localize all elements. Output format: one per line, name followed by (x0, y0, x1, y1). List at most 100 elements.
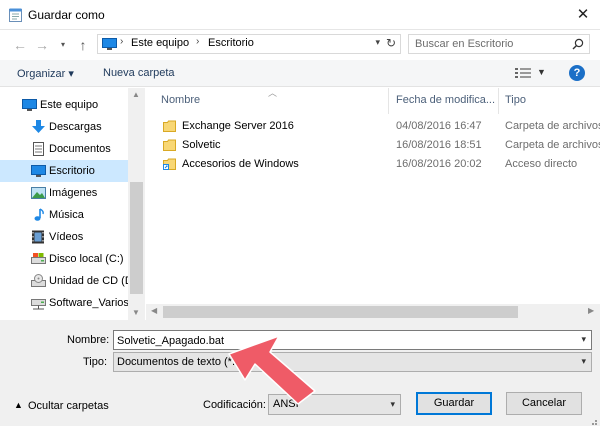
column-header-fecha[interactable]: Fecha de modifica... (396, 94, 495, 106)
document-icon (33, 142, 44, 156)
address-bar[interactable]: › Este equipo › Escritorio ▾ ↻ (97, 34, 401, 54)
sidebar-item-label: Unidad de CD (D (49, 275, 128, 287)
notepad-icon (9, 8, 22, 22)
file-name: Accesorios de Windows (182, 158, 299, 170)
folder-icon (163, 120, 176, 132)
back-arrow-icon[interactable]: ← (11, 36, 29, 54)
column-header-nombre[interactable]: Nombre (161, 94, 200, 106)
sidebar-scrollbar[interactable]: ▲ ▼ (128, 88, 145, 320)
cancel-button[interactable]: Cancelar (506, 392, 582, 415)
network-drive-icon (31, 299, 46, 310)
computer-icon (22, 99, 37, 111)
sidebar-item-musica[interactable]: Música (0, 204, 128, 226)
chevron-up-icon[interactable]: ▲ (14, 400, 23, 410)
chevron-down-icon[interactable]: ▾ (581, 334, 586, 345)
pictures-icon (31, 187, 46, 199)
refresh-icon[interactable]: ↻ (386, 36, 396, 50)
sidebar-item-escritorio[interactable]: Escritorio (0, 160, 128, 182)
chevron-down-icon[interactable]: ▼ (537, 67, 546, 77)
title-bar: Guardar como ✕ (0, 0, 600, 30)
sort-ascending-icon: ︿ (268, 88, 278, 98)
sidebar-item-label: Software_Varios (49, 297, 129, 309)
scrollbar-thumb[interactable] (163, 306, 518, 318)
new-folder-button[interactable]: Nueva carpeta (103, 67, 175, 79)
sidebar-item-label: Imágenes (49, 187, 98, 199)
file-name-combobox[interactable]: ▾ (113, 330, 592, 350)
name-label: Nombre: (67, 334, 110, 346)
scroll-right-icon[interactable]: ▶ (588, 306, 594, 315)
file-name: Exchange Server 2016 (182, 120, 294, 132)
column-header-tipo[interactable]: Tipo (505, 94, 526, 106)
up-arrow-icon[interactable]: ↑ (74, 36, 92, 54)
sidebar-item-imagenes[interactable]: Imágenes (0, 182, 128, 204)
file-type-value: Documentos de texto (*.txt) (117, 356, 251, 368)
sidebar-item-software-varios[interactable]: Software_Varios (0, 292, 129, 314)
file-type: Carpeta de archivos (505, 120, 600, 132)
sidebar-item-descargas[interactable]: Descargas (0, 116, 128, 138)
view-options-icon[interactable] (515, 67, 531, 79)
breadcrumb-separator: › (196, 36, 200, 47)
scroll-up-icon[interactable]: ▲ (132, 90, 140, 99)
help-icon[interactable]: ? (569, 65, 585, 81)
file-name: Solvetic (182, 139, 221, 151)
hide-folders-button[interactable]: Ocultar carpetas (28, 400, 109, 412)
file-type: Acceso directo (505, 158, 578, 170)
search-box[interactable]: Buscar en Escritorio (408, 34, 590, 54)
search-icon (572, 38, 584, 50)
sidebar-item-videos[interactable]: Vídeos (0, 226, 128, 248)
close-button[interactable]: ✕ (570, 4, 596, 26)
file-date: 16/08/2016 20:02 (396, 158, 482, 170)
download-icon (32, 120, 45, 133)
file-list: ︿ Nombre Fecha de modifica... Tipo Excha… (146, 88, 600, 320)
chevron-down-icon[interactable]: ▾ (390, 399, 395, 410)
column-divider[interactable] (388, 88, 389, 114)
scrollbar-thumb[interactable] (130, 182, 143, 294)
cd-icon (31, 274, 46, 287)
resize-grip-icon[interactable] (588, 416, 598, 426)
file-row[interactable]: Exchange Server 2016 04/08/2016 16:47 Ca… (156, 117, 600, 136)
organize-button[interactable]: Organizar ▾ (17, 67, 74, 80)
type-label: Tipo: (83, 356, 108, 368)
file-name-input[interactable] (117, 333, 557, 348)
navigation-pane: Este equipo Descargas Documentos Escrito… (0, 88, 146, 320)
breadcrumb-separator: › (120, 36, 124, 47)
sidebar-item-label: Vídeos (49, 231, 84, 243)
sidebar-item-label: Descargas (49, 121, 102, 133)
sidebar-item-disco-local[interactable]: Disco local (C:) (0, 248, 128, 270)
shortcut-icon (163, 158, 176, 170)
disk-icon (31, 253, 46, 264)
breadcrumb-escritorio[interactable]: Escritorio (208, 37, 254, 49)
video-icon (32, 230, 44, 244)
sidebar-item-unidad-cd[interactable]: Unidad de CD (D (0, 270, 128, 292)
chevron-down-icon[interactable]: ▾ (375, 37, 380, 48)
encoding-select[interactable]: ANSI ▾ (268, 394, 401, 415)
search-input[interactable]: Buscar en Escritorio (415, 38, 513, 50)
sidebar-item-documentos[interactable]: Documentos (0, 138, 128, 160)
encoding-label: Codificación: (203, 399, 266, 411)
chevron-down-icon[interactable]: ▾ (581, 356, 586, 367)
file-type: Carpeta de archivos (505, 139, 600, 151)
scroll-left-icon[interactable]: ◀ (151, 306, 157, 315)
sidebar-item-label: Documentos (49, 143, 111, 155)
file-row[interactable]: Solvetic 16/08/2016 18:51 Carpeta de arc… (156, 136, 600, 155)
folder-icon (163, 139, 176, 151)
file-type-select[interactable]: Documentos de texto (*.txt) ▾ (113, 352, 592, 372)
sidebar-item-label: Música (49, 209, 84, 221)
window-title: Guardar como (28, 8, 105, 22)
sidebar-item-este-equipo[interactable]: Este equipo (0, 94, 128, 116)
sidebar-item-label: Escritorio (49, 165, 95, 177)
recent-locations-icon[interactable]: ▾ (54, 36, 72, 54)
breadcrumb-este-equipo[interactable]: Este equipo (131, 37, 189, 49)
scroll-down-icon[interactable]: ▼ (132, 308, 140, 317)
horizontal-scrollbar[interactable]: ◀ ▶ (146, 304, 600, 320)
save-button[interactable]: Guardar (416, 392, 492, 415)
file-row[interactable]: Accesorios de Windows 16/08/2016 20:02 A… (156, 155, 600, 174)
sidebar-item-label: Disco local (C:) (49, 253, 124, 265)
column-divider[interactable] (498, 88, 499, 114)
command-toolbar: Organizar ▾ Nueva carpeta ▼ ? (0, 60, 600, 87)
computer-icon (102, 38, 117, 50)
encoding-value: ANSI (273, 398, 299, 410)
sidebar-item-label: Este equipo (40, 99, 99, 111)
file-date: 16/08/2016 18:51 (396, 139, 482, 151)
forward-arrow-icon[interactable]: → (33, 36, 51, 54)
